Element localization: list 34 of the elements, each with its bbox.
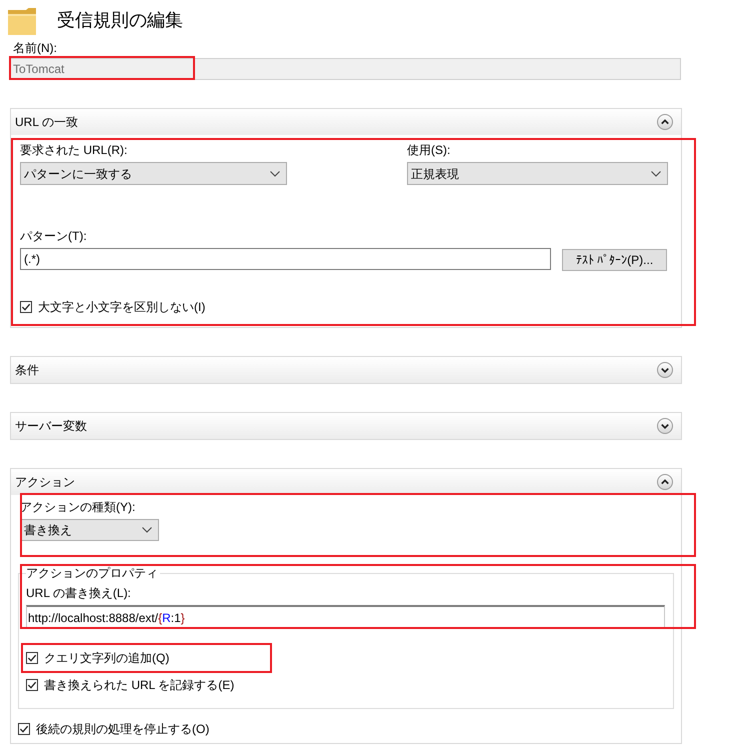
dropdown[interactable]: 書き換え	[20, 519, 159, 541]
checkbox[interactable]	[20, 301, 32, 313]
dropdown[interactable]: 正規表現	[407, 162, 668, 185]
chevron-down-icon	[651, 170, 661, 176]
field-label: 使用(S):	[407, 143, 450, 157]
section-title: URL の一致	[15, 115, 78, 129]
checkbox[interactable]	[26, 652, 38, 664]
section-title: アクション	[15, 475, 75, 489]
section-title: 条件	[15, 363, 39, 377]
chevron-up-circle-icon[interactable]	[657, 114, 673, 130]
dropdown[interactable]: パターンに一致する	[20, 162, 287, 185]
chevron-down-icon	[270, 170, 280, 176]
chevron-down-icon	[142, 527, 152, 533]
field-label: アクションの種類(Y):	[20, 500, 136, 514]
field-label: URL の書き換え(L):	[26, 586, 131, 600]
checkbox-label: 後続の規則の処理を停止する(O)	[36, 722, 210, 736]
field-label: 要求された URL(R):	[20, 143, 128, 157]
test-pattern-button[interactable]: ﾃｽﾄ ﾊﾟﾀｰﾝ(P)...	[562, 249, 667, 271]
chevron-down-circle-icon[interactable]	[657, 362, 673, 378]
url-rewrite-field[interactable]: http://localhost:8888/ext/{R:1}	[26, 605, 665, 629]
checkbox[interactable]	[26, 679, 38, 691]
chevron-down-circle-icon[interactable]	[657, 418, 673, 434]
folder-icon	[7, 7, 37, 36]
section-title: サーバー変数	[15, 419, 87, 433]
checkbox-label: 書き換えられた URL を記録する(E)	[44, 678, 234, 692]
checkbox[interactable]	[18, 723, 30, 735]
field-label: パターン(T):	[20, 229, 87, 243]
dialog-title: 受信規則の編集	[57, 9, 183, 32]
field-label: 名前(N):	[13, 41, 57, 55]
chevron-up-circle-icon[interactable]	[657, 474, 673, 490]
pattern-field[interactable]: (.*)	[20, 248, 551, 270]
checkbox-label: 大文字と小文字を区別しない(I)	[38, 300, 206, 314]
group-legend: アクションのプロパティ	[26, 566, 160, 580]
checkbox-label: クエリ文字列の追加(Q)	[44, 651, 170, 665]
